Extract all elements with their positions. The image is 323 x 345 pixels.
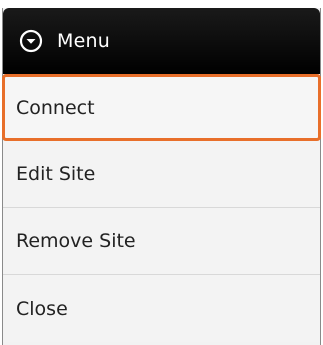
- menu-item-remove-site[interactable]: Remove Site: [3, 208, 320, 275]
- menu-item-label: Remove Site: [16, 230, 136, 252]
- menu-item-label: Close: [16, 297, 68, 320]
- menu-item-label: Edit Site: [16, 163, 96, 185]
- menu-item-list: Connect Edit Site Remove Site Close: [2, 74, 321, 342]
- menu-header: Menu: [3, 8, 320, 74]
- menu-item-edit-site[interactable]: Edit Site: [3, 141, 320, 208]
- chevron-down-circle-icon: [19, 29, 43, 53]
- menu-item-close[interactable]: Close: [3, 275, 320, 342]
- options-menu: Menu Connect Edit Site Remove Site Close: [2, 8, 321, 345]
- menu-item-connect[interactable]: Connect: [2, 74, 321, 141]
- menu-title: Menu: [57, 30, 110, 52]
- menu-item-label: Connect: [16, 96, 95, 119]
